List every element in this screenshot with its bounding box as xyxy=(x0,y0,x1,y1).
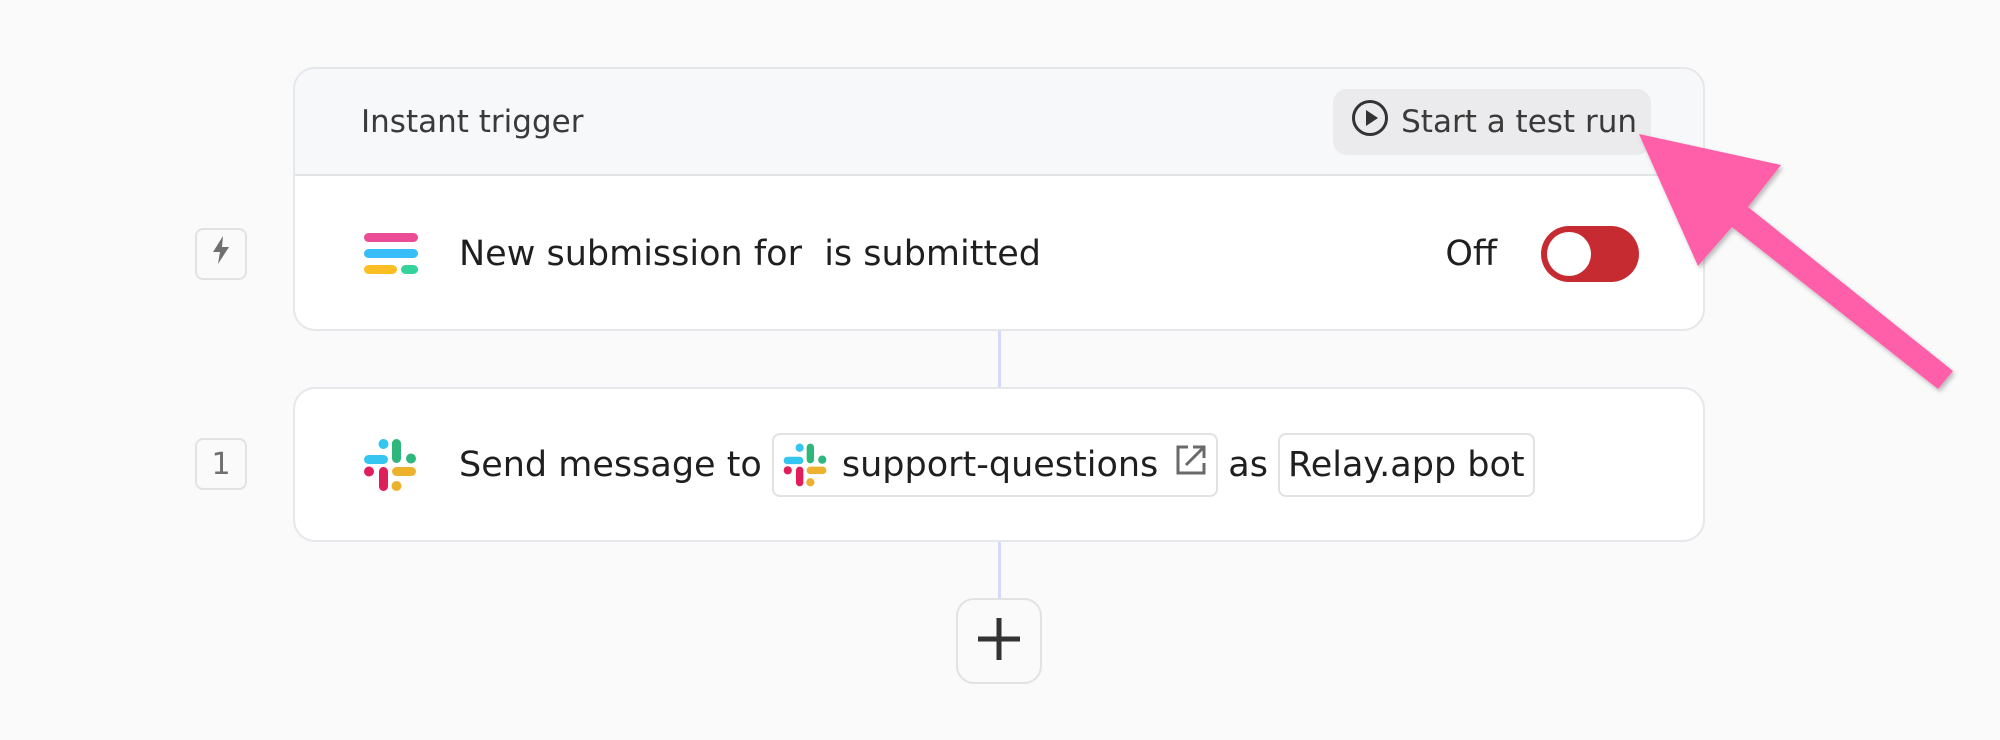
trigger-step-badge xyxy=(195,228,247,280)
action-prefix: Send message to xyxy=(459,444,762,485)
trigger-header: Instant trigger Start a test run xyxy=(295,69,1703,176)
play-circle-icon xyxy=(1351,99,1389,145)
trigger-row[interactable]: New submission for is submitted Off xyxy=(295,176,1703,329)
add-step-button[interactable] xyxy=(956,598,1042,684)
start-test-run-label: Start a test run xyxy=(1401,103,1637,140)
plus-icon xyxy=(976,616,1022,666)
slack-channel-chip[interactable]: support-questions xyxy=(771,432,1219,497)
lightning-bolt-icon xyxy=(210,235,232,273)
action-card: Send message to support-questions as Rel… xyxy=(293,387,1705,542)
action-row[interactable]: Send message to support-questions as Rel… xyxy=(295,389,1703,540)
form-app-icon xyxy=(361,225,419,283)
step-connector-line xyxy=(998,331,1001,387)
add-step-connector-line xyxy=(998,542,1001,598)
step-number: 1 xyxy=(211,446,231,482)
start-test-run-button[interactable]: Start a test run xyxy=(1333,88,1651,155)
trigger-description: New submission for is submitted xyxy=(459,233,1041,274)
trigger-header-title: Instant trigger xyxy=(361,103,584,140)
slack-icon xyxy=(361,436,419,494)
action-connector-word: as xyxy=(1228,444,1268,485)
external-link-icon[interactable] xyxy=(1174,443,1208,486)
sender-name: Relay.app bot xyxy=(1287,444,1525,485)
slack-channel-name: support-questions xyxy=(841,444,1159,485)
slack-icon xyxy=(782,442,828,488)
trigger-enable-toggle[interactable] xyxy=(1541,225,1639,282)
trigger-card: Instant trigger Start a test run New sub… xyxy=(293,67,1705,331)
trigger-status-label: Off xyxy=(1445,233,1497,274)
sender-chip[interactable]: Relay.app bot xyxy=(1277,432,1535,497)
action-step-badge: 1 xyxy=(195,438,247,490)
toggle-knob xyxy=(1547,231,1591,276)
